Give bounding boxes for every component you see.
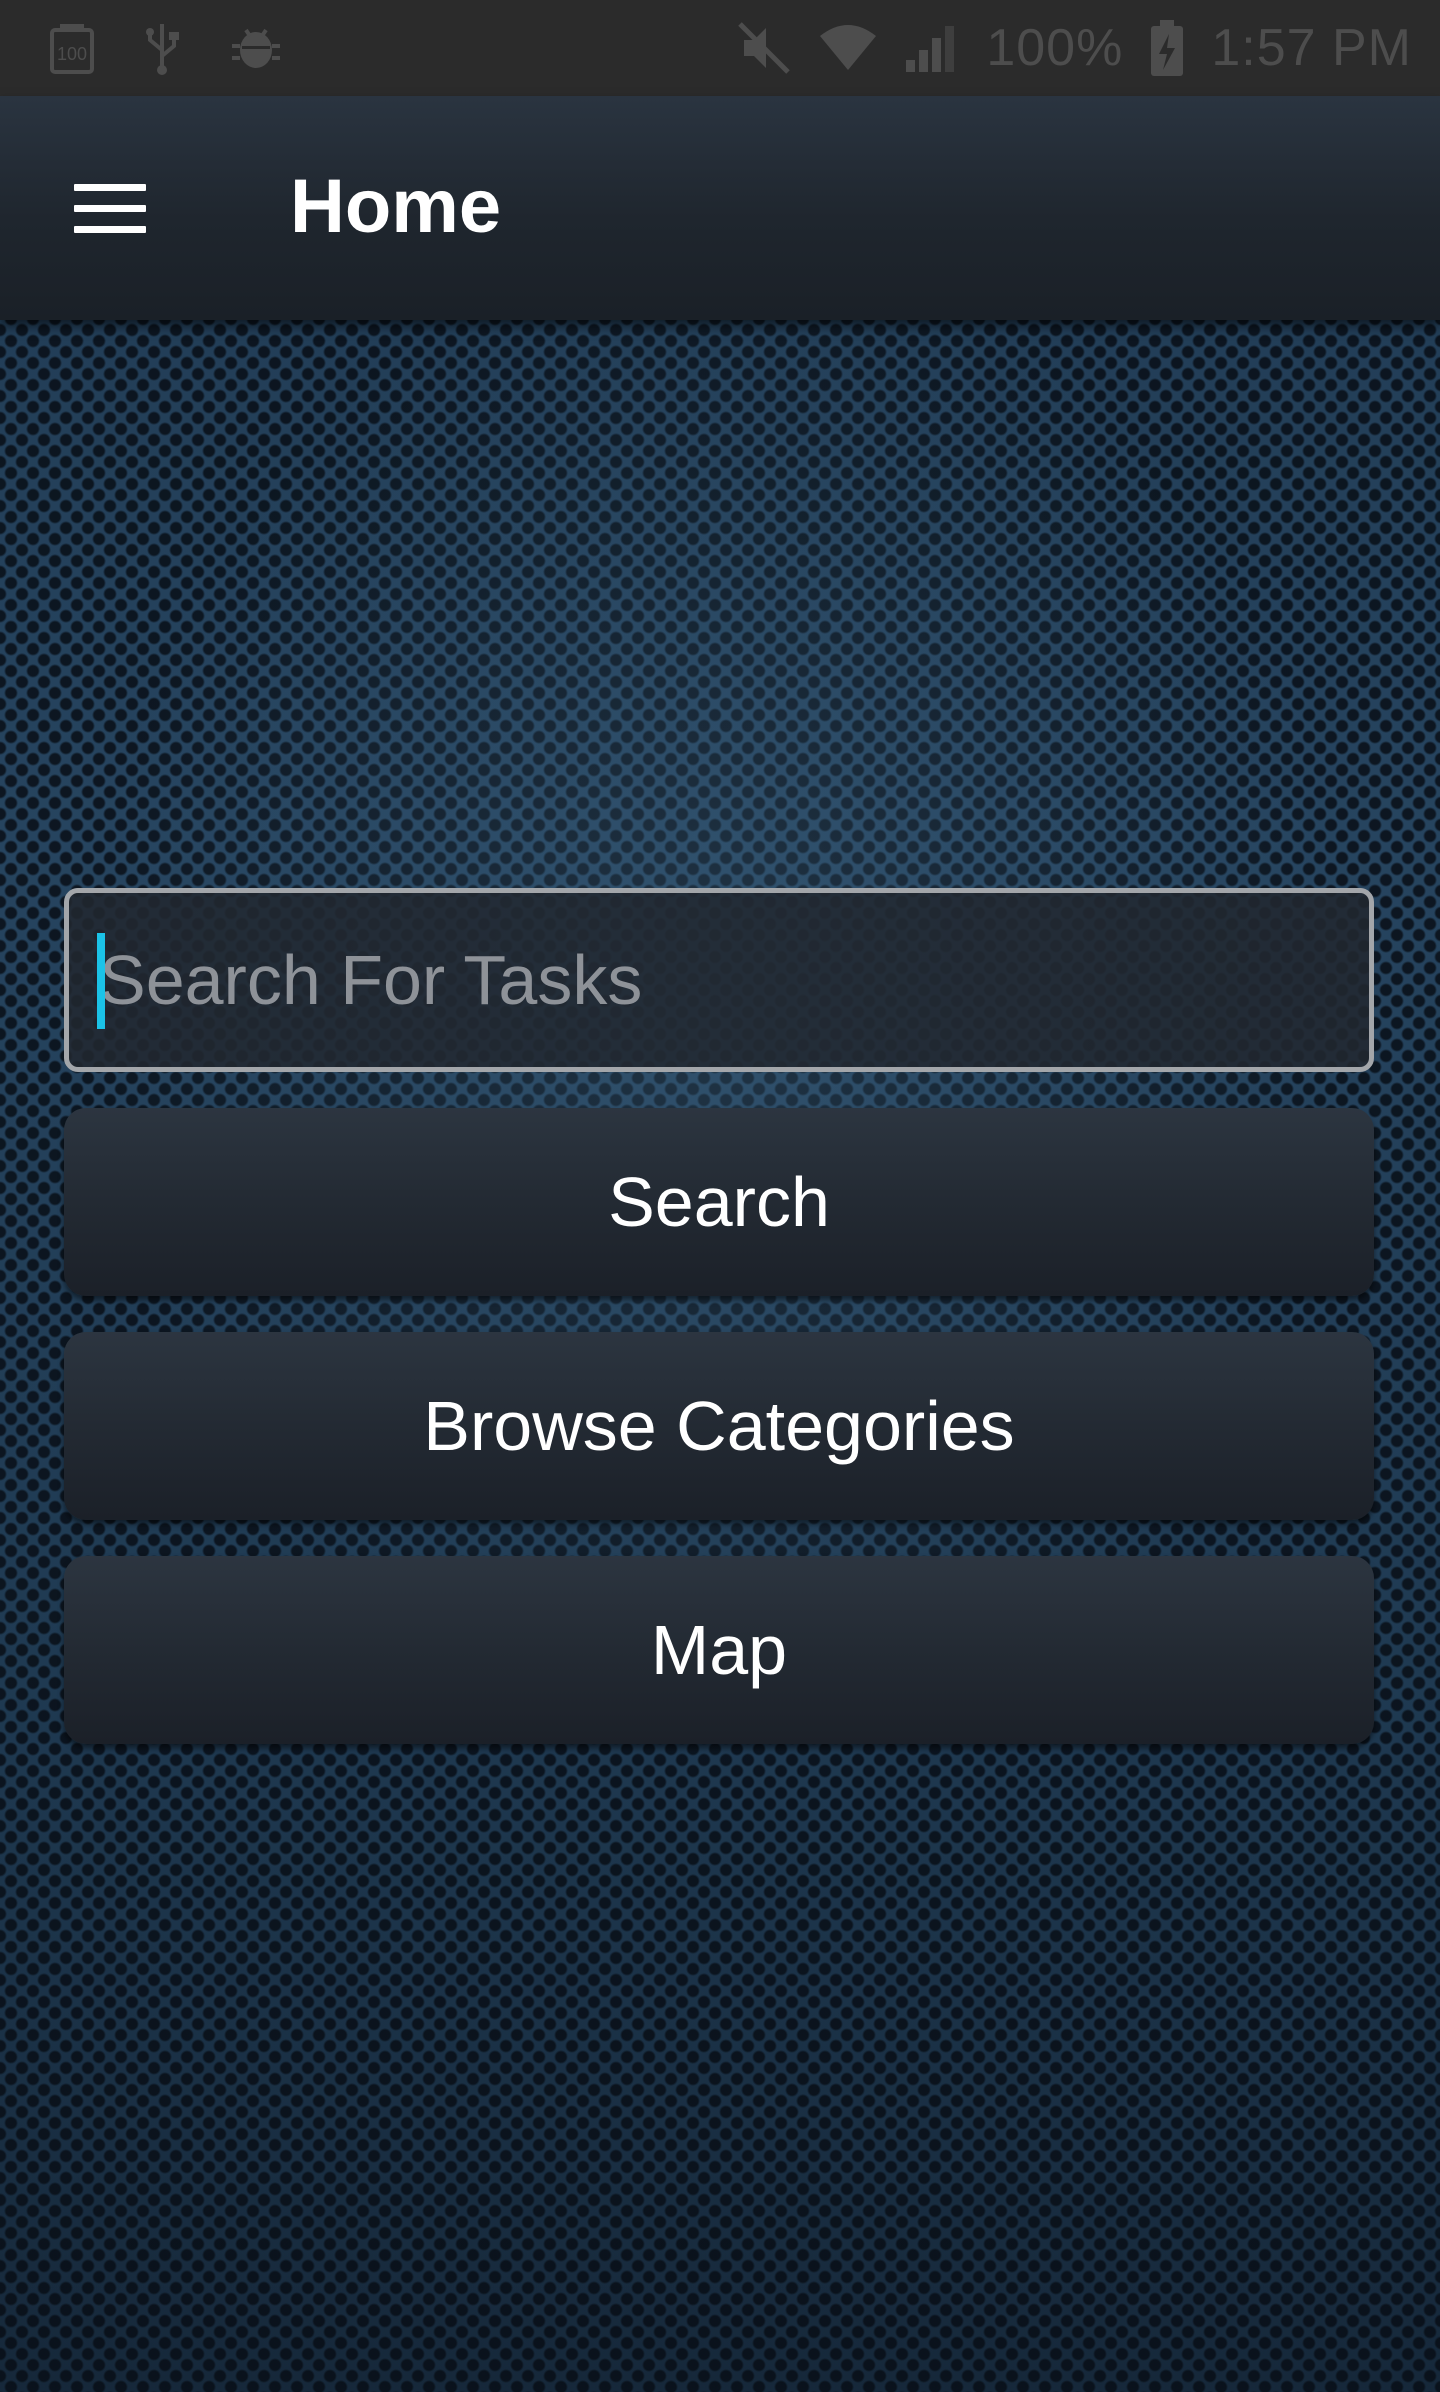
text-cursor [97, 933, 105, 1029]
app-bar: Home [0, 96, 1440, 320]
menu-line-top [74, 183, 146, 191]
status-right-icons: 100% 1:57 PM [736, 18, 1412, 78]
search-field[interactable] [64, 888, 1374, 1072]
signal-icon [904, 22, 960, 74]
browse-categories-button[interactable]: Browse Categories [64, 1332, 1374, 1520]
search-button[interactable]: Search [64, 1108, 1374, 1296]
battery-percent: 100% [986, 19, 1124, 77]
page-title: Home [290, 164, 502, 249]
android-debug-icon [228, 20, 284, 76]
status-left-icons: 100 [48, 20, 284, 76]
menu-line-middle [74, 204, 146, 212]
search-input[interactable] [69, 893, 1369, 1067]
svg-text:100: 100 [57, 44, 87, 64]
menu-line-bottom [74, 225, 146, 233]
status-bar: 100 100% 1:57 PM [0, 0, 1440, 96]
battery-charging-icon [1149, 18, 1185, 78]
app-screen: 100 100% 1:57 PM Home Search For Tasks S… [0, 0, 1440, 2392]
mute-icon [736, 20, 792, 76]
map-button[interactable]: Map [64, 1556, 1374, 1744]
usb-icon [142, 20, 182, 76]
wifi-icon [818, 22, 878, 74]
badge-100-icon: 100 [48, 20, 96, 76]
clock-time: 1:57 PM [1211, 19, 1412, 77]
hamburger-menu-icon[interactable] [60, 168, 160, 248]
